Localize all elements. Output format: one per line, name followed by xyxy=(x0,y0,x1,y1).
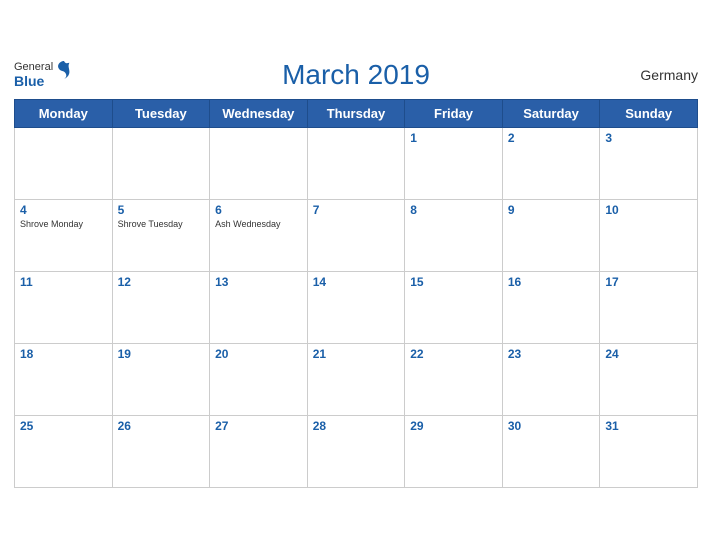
day-number: 17 xyxy=(605,275,692,289)
day-number: 12 xyxy=(118,275,205,289)
day-number: 2 xyxy=(508,131,595,145)
header-saturday: Saturday xyxy=(502,99,600,127)
table-row xyxy=(15,127,113,199)
table-row: 21 xyxy=(307,343,405,415)
table-row: 1 xyxy=(405,127,503,199)
calendar-header: General Blue March 2019 Germany xyxy=(14,59,698,91)
table-row xyxy=(210,127,308,199)
day-number: 31 xyxy=(605,419,692,433)
table-row: 13 xyxy=(210,271,308,343)
weekday-header-row: Monday Tuesday Wednesday Thursday Friday… xyxy=(15,99,698,127)
day-number: 5 xyxy=(118,203,205,217)
table-row: 15 xyxy=(405,271,503,343)
calendar-week-row: 11 12 13 14 15 16 17 xyxy=(15,271,698,343)
day-number: 25 xyxy=(20,419,107,433)
logo-general-text: General xyxy=(14,61,53,73)
table-row: 18 xyxy=(15,343,113,415)
table-row: 30 xyxy=(502,415,600,487)
header-friday: Friday xyxy=(405,99,503,127)
day-number: 15 xyxy=(410,275,497,289)
logo-blue-text: Blue xyxy=(14,73,53,89)
logo: General Blue xyxy=(14,61,53,89)
day-number: 20 xyxy=(215,347,302,361)
header-monday: Monday xyxy=(15,99,113,127)
table-row: 14 xyxy=(307,271,405,343)
day-number: 26 xyxy=(118,419,205,433)
day-number: 9 xyxy=(508,203,595,217)
table-row: 16 xyxy=(502,271,600,343)
day-number: 22 xyxy=(410,347,497,361)
day-number: 19 xyxy=(118,347,205,361)
table-row: 23 xyxy=(502,343,600,415)
table-row: 20 xyxy=(210,343,308,415)
header-thursday: Thursday xyxy=(307,99,405,127)
holiday-label: Ash Wednesday xyxy=(215,219,302,229)
day-number: 8 xyxy=(410,203,497,217)
table-row: 2 xyxy=(502,127,600,199)
day-number: 1 xyxy=(410,131,497,145)
day-number: 24 xyxy=(605,347,692,361)
table-row: 17 xyxy=(600,271,698,343)
calendar-week-row: 4 Shrove Monday 5 Shrove Tuesday 6 Ash Wednes… xyxy=(15,199,698,271)
day-number: 27 xyxy=(215,419,302,433)
table-row: 28 xyxy=(307,415,405,487)
table-row xyxy=(307,127,405,199)
holiday-label: Shrove Tuesday xyxy=(118,219,205,229)
day-number: 4 xyxy=(20,203,107,217)
calendar-container: General Blue March 2019 Germany Monday T… xyxy=(0,49,712,502)
table-row: 3 xyxy=(600,127,698,199)
table-row: 4 Shrove Monday xyxy=(15,199,113,271)
table-row xyxy=(112,127,210,199)
table-row: 22 xyxy=(405,343,503,415)
day-number: 28 xyxy=(313,419,400,433)
day-number: 10 xyxy=(605,203,692,217)
table-row: 24 xyxy=(600,343,698,415)
table-row: 11 xyxy=(15,271,113,343)
page-title: March 2019 xyxy=(282,59,430,91)
country-label: Germany xyxy=(640,67,698,83)
table-row: 8 xyxy=(405,199,503,271)
day-number: 13 xyxy=(215,275,302,289)
table-row: 19 xyxy=(112,343,210,415)
calendar-week-row: 18 19 20 21 22 23 24 xyxy=(15,343,698,415)
table-row: 12 xyxy=(112,271,210,343)
table-row: 6 Ash Wednesday xyxy=(210,199,308,271)
calendar-week-row: 25 26 27 28 29 30 31 xyxy=(15,415,698,487)
header-sunday: Sunday xyxy=(600,99,698,127)
table-row: 27 xyxy=(210,415,308,487)
day-number: 18 xyxy=(20,347,107,361)
day-number: 23 xyxy=(508,347,595,361)
day-number: 6 xyxy=(215,203,302,217)
calendar-week-row: 123 xyxy=(15,127,698,199)
day-number: 11 xyxy=(20,275,107,289)
table-row: 26 xyxy=(112,415,210,487)
table-row: 10 xyxy=(600,199,698,271)
table-row: 5 Shrove Tuesday xyxy=(112,199,210,271)
day-number: 16 xyxy=(508,275,595,289)
bird-icon xyxy=(55,59,73,81)
holiday-label: Shrove Monday xyxy=(20,219,107,229)
day-number: 14 xyxy=(313,275,400,289)
table-row: 7 xyxy=(307,199,405,271)
header-tuesday: Tuesday xyxy=(112,99,210,127)
calendar-table: Monday Tuesday Wednesday Thursday Friday… xyxy=(14,99,698,488)
day-number: 7 xyxy=(313,203,400,217)
table-row: 31 xyxy=(600,415,698,487)
table-row: 9 xyxy=(502,199,600,271)
table-row: 25 xyxy=(15,415,113,487)
day-number: 30 xyxy=(508,419,595,433)
day-number: 21 xyxy=(313,347,400,361)
day-number: 3 xyxy=(605,131,692,145)
day-number: 29 xyxy=(410,419,497,433)
table-row: 29 xyxy=(405,415,503,487)
header-wednesday: Wednesday xyxy=(210,99,308,127)
